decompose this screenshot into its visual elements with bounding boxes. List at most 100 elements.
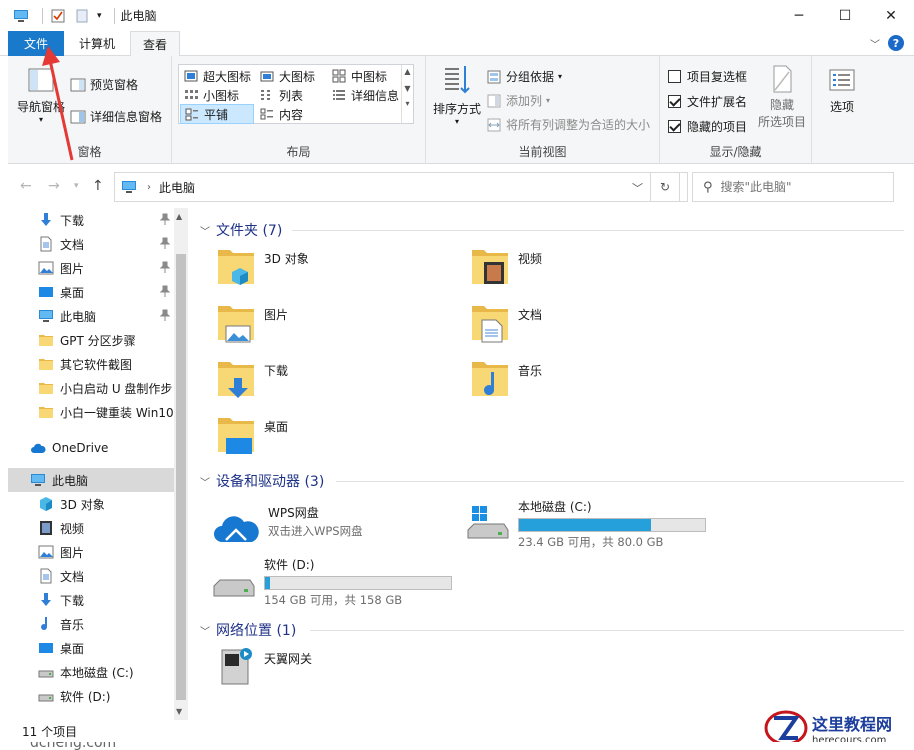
- sidebar-item[interactable]: 桌面: [8, 636, 174, 660]
- folder-tile[interactable]: 下载: [216, 356, 456, 408]
- layout-large-icons[interactable]: 大图标: [259, 66, 315, 86]
- sidebar-item[interactable]: 文档: [8, 232, 174, 256]
- breadcrumb-separator-icon[interactable]: ›: [147, 182, 151, 193]
- pin-icon[interactable]: [160, 285, 170, 297]
- list-icon: [261, 90, 270, 100]
- collapse-ribbon-icon[interactable]: ﹀: [870, 36, 880, 51]
- refresh-button[interactable]: ↻: [650, 172, 680, 202]
- hidden-items-toggle[interactable]: 隐藏的项目: [668, 118, 747, 135]
- forward-icon[interactable]: →: [48, 178, 60, 194]
- address-bar[interactable]: › 此电脑 ﹀: [114, 172, 688, 202]
- layout-details[interactable]: 详细信息: [331, 85, 399, 105]
- close-button[interactable]: ✕: [868, 0, 914, 31]
- layout-tiles[interactable]: 平铺: [180, 104, 254, 124]
- hide-selected-button[interactable]: 隐藏 所选项目: [756, 64, 808, 130]
- scrollbar-thumb[interactable]: [176, 254, 186, 700]
- folder-tile[interactable]: 文档: [470, 300, 710, 352]
- address-history-icon[interactable]: ﹀: [632, 180, 643, 196]
- sidebar-item[interactable]: 本地磁盘 (C:): [8, 660, 174, 684]
- file-extensions-toggle[interactable]: 文件扩展名: [668, 93, 747, 110]
- tab-computer[interactable]: 计算机: [68, 31, 126, 56]
- help-icon[interactable]: ?: [888, 35, 904, 51]
- preview-pane-button[interactable]: 预览窗格: [70, 76, 138, 93]
- add-columns-button[interactable]: 添加列 ▾: [486, 92, 550, 109]
- fit-columns-button[interactable]: 将所有列调整为合适的大小: [486, 116, 650, 133]
- search-input[interactable]: [720, 180, 881, 194]
- sidebar-item[interactable]: 图片: [8, 540, 174, 564]
- minimize-button[interactable]: ─: [776, 0, 822, 31]
- sidebar-item[interactable]: 小白启动 U 盘制作步: [8, 376, 174, 400]
- breadcrumb[interactable]: 此电脑: [159, 179, 195, 196]
- collapse-icon[interactable]: ﹀: [200, 223, 210, 238]
- sidebar-item[interactable]: 3D 对象: [8, 492, 174, 516]
- sidebar-item-label: 小白启动 U 盘制作步: [60, 381, 173, 396]
- navigation-pane-scrollbar[interactable]: ▲ ▼: [174, 208, 188, 720]
- sidebar-item[interactable]: 下载: [8, 588, 174, 612]
- section-network[interactable]: ﹀ 网络位置 (1): [200, 620, 296, 640]
- sort-by-button[interactable]: 排序方式 ▾: [430, 64, 484, 126]
- group-by-button[interactable]: 分组依据 ▾: [486, 68, 562, 85]
- up-icon[interactable]: ↑: [92, 178, 104, 194]
- section-folders[interactable]: ﹀ 文件夹 (7): [200, 220, 282, 240]
- sidebar-item[interactable]: 视频: [8, 516, 174, 540]
- sidebar-item[interactable]: 下载: [8, 208, 174, 232]
- layout-small-icons[interactable]: 小图标: [183, 85, 239, 105]
- collapse-icon[interactable]: ﹀: [200, 474, 210, 489]
- maximize-button[interactable]: ☐: [822, 0, 868, 31]
- options-button[interactable]: 选项: [822, 68, 862, 115]
- item-checkboxes-toggle[interactable]: 项目复选框: [668, 68, 747, 85]
- recent-locations-icon[interactable]: ▾: [74, 181, 79, 191]
- expand-gallery-icon[interactable]: ▾: [402, 99, 413, 108]
- sidebar-item[interactable]: 图片: [8, 256, 174, 280]
- scroll-up-icon[interactable]: ▲: [402, 67, 413, 76]
- details-pane-button[interactable]: 详细信息窗格: [70, 108, 162, 125]
- pin-icon[interactable]: [160, 309, 170, 321]
- folder-label: 下载: [264, 364, 289, 378]
- search-box[interactable]: ⚲: [692, 172, 894, 202]
- sidebar-item[interactable]: 软件 (D:): [8, 684, 174, 708]
- layout-gallery-scrollbar[interactable]: ▲ ▼ ▾: [401, 65, 413, 123]
- sidebar-item[interactable]: GPT 分区步骤: [8, 328, 174, 352]
- folder-tile[interactable]: 3D 对象: [216, 244, 456, 296]
- new-folder-icon[interactable]: [73, 8, 91, 24]
- item-checkboxes-checkbox[interactable]: [668, 70, 681, 83]
- sidebar-item[interactable]: 音乐: [8, 612, 174, 636]
- customize-toolbar-icon[interactable]: ▾: [97, 11, 102, 21]
- sidebar-item[interactable]: 其它软件截图: [8, 352, 174, 376]
- sidebar-item[interactable]: 桌面: [8, 280, 174, 304]
- folder-tile[interactable]: 视频: [470, 244, 710, 296]
- folder-tile[interactable]: 桌面: [216, 412, 456, 464]
- folder-tile[interactable]: 图片: [216, 300, 456, 352]
- drive-d[interactable]: 软件 (D:) 154 GB 可用，共 158 GB: [212, 556, 482, 608]
- pin-icon[interactable]: [160, 261, 170, 273]
- network-location[interactable]: 天翼网关: [216, 644, 456, 696]
- wps-cloud-drive[interactable]: WPS网盘 双击进入WPS网盘: [212, 504, 462, 556]
- layout-extra-large-icons[interactable]: 超大图标: [183, 66, 251, 86]
- layout-content[interactable]: 内容: [259, 104, 303, 124]
- collapse-icon[interactable]: ﹀: [200, 623, 210, 638]
- sidebar-item[interactable]: 此电脑: [8, 468, 174, 492]
- layout-medium-icons[interactable]: 中图标: [331, 66, 387, 86]
- properties-icon[interactable]: [49, 8, 67, 24]
- scroll-down-icon[interactable]: ▼: [402, 84, 413, 93]
- sidebar-item-label: 文档: [60, 569, 85, 584]
- sidebar-item[interactable]: 此电脑: [8, 304, 174, 328]
- drive-c[interactable]: 本地磁盘 (C:) 23.4 GB 可用，共 80.0 GB: [466, 498, 736, 550]
- layout-list[interactable]: 列表: [259, 85, 303, 105]
- tab-view[interactable]: 查看: [130, 31, 180, 57]
- section-devices[interactable]: ﹀ 设备和驱动器 (3): [200, 471, 324, 491]
- pin-icon[interactable]: [160, 237, 170, 249]
- details-pane-icon: [70, 110, 86, 123]
- sidebar-item[interactable]: OneDrive: [8, 436, 174, 460]
- sidebar-item[interactable]: 文档: [8, 564, 174, 588]
- navigation-pane-button[interactable]: 导航窗格 ▾: [14, 66, 68, 124]
- pin-icon[interactable]: [160, 213, 170, 225]
- scroll-down-icon[interactable]: ▼: [176, 707, 182, 716]
- tab-file[interactable]: 文件: [8, 31, 64, 56]
- sidebar-item[interactable]: 小白一键重装 Win10: [8, 400, 174, 424]
- scroll-up-icon[interactable]: ▲: [176, 212, 182, 221]
- file-extensions-checkbox[interactable]: [668, 95, 681, 108]
- back-icon[interactable]: ←: [20, 178, 32, 194]
- hidden-items-checkbox[interactable]: [668, 120, 681, 133]
- folder-tile[interactable]: 音乐: [470, 356, 710, 408]
